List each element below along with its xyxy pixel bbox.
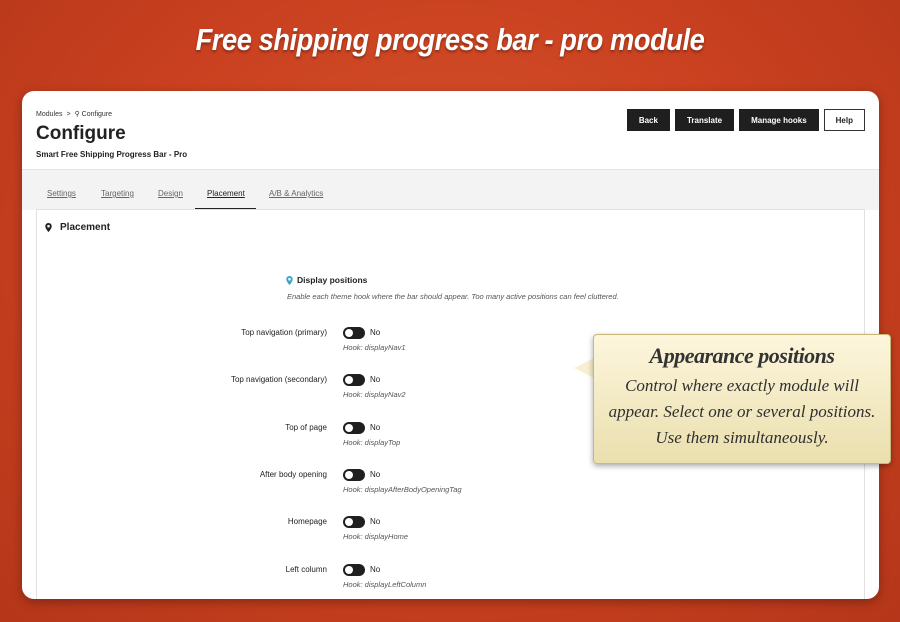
toggle-knob (345, 376, 353, 384)
hook-name: Hook: displayLeftColumn (343, 580, 427, 589)
position-toggle[interactable] (343, 469, 365, 481)
position-row: Left column No Hook: displayLeftColumn (37, 564, 857, 599)
tab-settings[interactable]: Settings (47, 189, 76, 198)
position-label: Top of page (285, 423, 327, 432)
position-label: Left column (285, 565, 327, 574)
callout-pointer (574, 358, 594, 378)
hook-name: Hook: displayAfterBodyOpeningTag (343, 485, 462, 494)
tab-design[interactable]: Design (158, 189, 183, 198)
display-positions-help: Enable each theme hook where the bar sho… (287, 292, 619, 301)
display-positions-title: Display positions (297, 275, 368, 285)
back-button[interactable]: Back (626, 109, 670, 131)
translate-button[interactable]: Translate (674, 109, 735, 131)
position-toggle[interactable] (343, 327, 365, 339)
position-toggle[interactable] (343, 564, 365, 576)
toggle-state: No (370, 565, 381, 574)
section-title: Placement (60, 222, 111, 233)
toggle-state: No (370, 423, 381, 432)
toggle-state: No (370, 470, 381, 479)
toggle-state: No (370, 328, 381, 337)
position-toggle[interactable] (343, 422, 365, 434)
location-pin-icon (286, 275, 293, 285)
breadcrumb-separator: > (66, 111, 71, 118)
toggle-state: No (370, 375, 381, 384)
position-toggle[interactable] (343, 374, 365, 386)
help-button[interactable]: Help (823, 109, 865, 131)
breadcrumb: Modules > ⚲ Configure (36, 110, 112, 118)
hook-name: Hook: displayTop (343, 438, 401, 447)
banner-title: Free shipping progress bar - pro module (195, 22, 705, 57)
toggle-state: No (370, 517, 381, 526)
toggle-knob (345, 471, 353, 479)
position-label: Top navigation (primary) (241, 328, 327, 337)
hook-name: Hook: displayNav1 (343, 343, 406, 352)
position-toggle[interactable] (343, 516, 365, 528)
module-name: Smart Free Shipping Progress Bar - Pro (36, 150, 188, 159)
hook-name: Hook: displayNav2 (343, 390, 406, 399)
section-header: Placement (45, 222, 110, 233)
toggle-knob (345, 329, 353, 337)
toolbar: Back Translate Manage hooks Help (626, 109, 865, 131)
toggle-knob (345, 518, 353, 526)
wrench-icon: ⚲ (74, 111, 80, 118)
breadcrumb-modules-link[interactable]: Modules (36, 111, 62, 118)
tab-targeting[interactable]: Targeting (101, 189, 134, 198)
hook-name: Hook: displayHome (343, 532, 409, 541)
position-label: Top navigation (secondary) (230, 375, 327, 384)
display-positions-heading: Display positions (286, 275, 367, 285)
toggle-knob (345, 424, 353, 432)
callout-box: Appearance positions Control where exact… (593, 334, 891, 464)
tab-placement[interactable]: Placement (207, 189, 245, 198)
tabs-bar: Settings Targeting Design Placement A/B … (22, 169, 879, 210)
position-row: After body opening No Hook: displayAfter… (37, 469, 857, 505)
map-pin-icon (45, 223, 52, 232)
toggle-knob (345, 566, 353, 574)
page-title: Configure (36, 123, 126, 144)
tab-ab-analytics[interactable]: A/B & Analytics (269, 189, 323, 198)
callout-body: Control where exactly module will appear… (608, 376, 876, 447)
position-label: Homepage (287, 517, 327, 526)
manage-hooks-button[interactable]: Manage hooks (739, 109, 819, 131)
breadcrumb-current: Configure (81, 111, 113, 118)
callout-title: Appearance positions (649, 343, 835, 368)
position-label: After body opening (259, 470, 327, 479)
position-row: Homepage No Hook: displayHome (37, 516, 857, 552)
